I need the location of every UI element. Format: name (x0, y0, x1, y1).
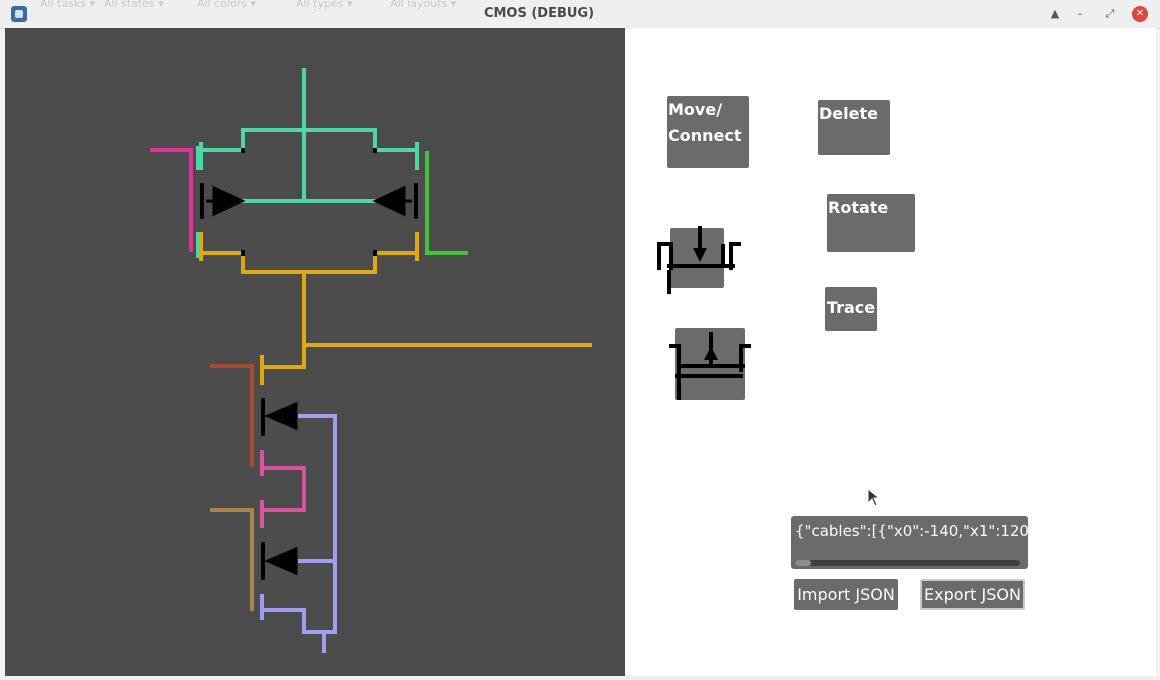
rotate-label: Rotate (828, 198, 889, 217)
tool-panel: Move/ Connect Delete Rotate Trace {"cabl… (625, 28, 1156, 676)
move-connect-label-line1: Move/ (668, 100, 723, 119)
delete-button[interactable]: Delete (818, 100, 890, 155)
wire-green (425, 151, 468, 255)
wire-lavender-net (262, 414, 337, 653)
move-connect-button[interactable]: Move/ Connect (667, 96, 749, 168)
maximize-button[interactable]: ⤢ (1102, 6, 1118, 22)
json-text-field[interactable]: {"cables":[{"x0":-140,"x1":120, (791, 516, 1028, 569)
move-connect-label-line2: Connect (668, 126, 742, 145)
import-json-button[interactable]: Import JSON (794, 579, 898, 610)
wire-teal-net (200, 68, 419, 203)
wire-magenta (150, 148, 193, 252)
window-bottom-edge (0, 676, 1160, 680)
json-horizontal-scrollbar[interactable] (795, 560, 1020, 566)
export-json-button[interactable]: Export JSON (920, 579, 1025, 610)
close-button[interactable]: ✕ (1132, 6, 1148, 22)
delete-label: Delete (819, 104, 878, 123)
trace-button[interactable]: Trace (825, 287, 877, 331)
nmos-transistor-icon (657, 226, 741, 294)
minimize-button[interactable]: – (1072, 6, 1088, 22)
wire-pink-net (262, 466, 306, 512)
wire-tan (210, 508, 254, 611)
pmos-transistor-icon (669, 332, 751, 400)
wire-gold-net (200, 251, 592, 369)
window-title: CMOS (DEBUG) (483, 6, 595, 21)
circuit-canvas[interactable] (5, 28, 625, 676)
wire-rust (210, 364, 254, 467)
json-text-value: {"cables":[{"x0":-140,"x1":120, (795, 522, 1028, 540)
mouse-cursor-icon (867, 488, 881, 507)
keep-above-button[interactable]: ▲ (1047, 6, 1063, 22)
rotate-button[interactable]: Rotate (827, 194, 915, 252)
trace-label: Trace (826, 298, 876, 317)
pmos-component-button[interactable] (667, 326, 757, 402)
circuit-diagram[interactable] (5, 28, 625, 676)
nmos-component-button[interactable] (657, 224, 747, 296)
title-bar: All tasks ▾ All states ▾ All colors ▾ Al… (0, 0, 1160, 29)
json-scroll-thumb[interactable] (795, 560, 811, 566)
